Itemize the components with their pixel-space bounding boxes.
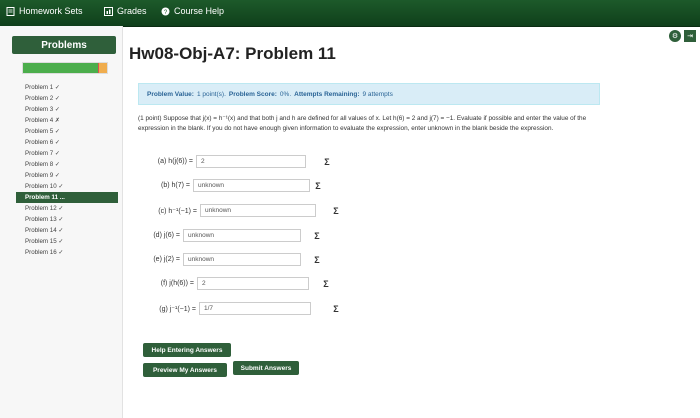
question-label: (f) j(h(6)) =: [160, 280, 194, 287]
problem-list: Problem 1 ✓ Problem 2 ✓ Problem 3 ✓ Problem…: [16, 82, 118, 258]
page-title: Hw08-Obj-A7: Problem 11: [129, 44, 336, 63]
question-row: (f) j(h(6)) = 2: [161, 277, 309, 290]
exit-icon[interactable]: ⇥: [684, 30, 696, 42]
question-row: (a) h(j(6)) = 2: [158, 155, 306, 168]
preview-answers-button[interactable]: Preview My Answers: [143, 363, 227, 377]
sidebar-item-problem-5[interactable]: Problem 5 ✓: [22, 126, 118, 137]
problem-value-bar: Problem Value: 1 point(s). Problem Score…: [138, 83, 600, 105]
homework-sets-link[interactable]: Homework Sets: [6, 6, 83, 16]
sidebar-item-problem-4[interactable]: Problem 4 ✗: [22, 115, 118, 126]
sidebar-item-problem-12[interactable]: Problem 12 ✓: [22, 203, 118, 214]
homework-sets-label: Homework Sets: [19, 6, 83, 16]
problem-value-label: Problem Value:: [147, 90, 194, 98]
problem-value: 1 point(s).: [196, 90, 226, 98]
question-label: (d) j(6) =: [153, 232, 180, 239]
attempts-remaining: 9 attempts: [362, 90, 393, 98]
problem-statement: (1 point) Suppose that j(x) = h⁻¹(x) and…: [138, 115, 587, 132]
problem-score: 0%.: [279, 90, 292, 98]
help-icon: ?: [161, 7, 170, 16]
question-label: (e) j(2) =: [153, 256, 180, 263]
question-label: (c) h⁻¹(−1) =: [158, 207, 197, 215]
sidebar-item-problem-1[interactable]: Problem 1 ✓: [22, 82, 118, 93]
grades-label: Grades: [117, 6, 147, 16]
submit-answers-button[interactable]: Submit Answers: [233, 361, 299, 375]
sidebar-item-problem-7[interactable]: Problem 7 ✓: [22, 148, 118, 159]
course-help-link[interactable]: ? Course Help: [161, 6, 224, 16]
answer-input[interactable]: 2: [196, 155, 306, 168]
problem-score-label: Problem Score:: [228, 90, 277, 98]
course-help-label: Course Help: [174, 6, 225, 16]
sidebar-item-problem-3[interactable]: Problem 3 ✓: [22, 104, 118, 115]
answer-input[interactable]: unknown: [183, 253, 301, 266]
sidebar-item-problem-10[interactable]: Problem 10 ✓: [22, 181, 118, 192]
sidebar-item-problem-16[interactable]: Problem 16 ✓: [22, 247, 118, 258]
equation-editor-icon[interactable]: Σ: [312, 255, 322, 265]
answer-input[interactable]: unknown: [200, 204, 316, 217]
sidebar-item-problem-6[interactable]: Problem 6 ✓: [22, 137, 118, 148]
question-label: (a) h(j(6)) =: [157, 158, 193, 165]
equation-editor-icon[interactable]: Σ: [312, 231, 322, 241]
sidebar-item-problem-13[interactable]: Problem 13 ✓: [22, 214, 118, 225]
progress-fill: [23, 63, 102, 73]
equation-editor-icon[interactable]: Σ: [313, 181, 323, 191]
equation-editor-icon[interactable]: Σ: [331, 206, 341, 216]
question-row: (b) h(7) = unknown: [161, 179, 310, 192]
sidebar-item-problem-2[interactable]: Problem 2 ✓: [22, 93, 118, 104]
progress-current-marker: [98, 63, 107, 73]
question-row: (c) h⁻¹(−1) = unknown: [158, 204, 316, 217]
question-label: (b) h(7) =: [161, 182, 190, 189]
grades-link[interactable]: Grades: [104, 6, 147, 16]
question-row: (e) j(2) = unknown: [153, 253, 301, 266]
gear-icon[interactable]: ⚙: [669, 30, 681, 42]
question-label: (g) j⁻¹(−1) =: [159, 305, 196, 313]
help-entering-answers-button[interactable]: Help Entering Answers: [143, 343, 231, 357]
sidebar-item-problem-14[interactable]: Problem 14 ✓: [22, 225, 118, 236]
top-nav-bar: Homework Sets Grades ? Course Help: [0, 0, 700, 27]
homework-sets-icon: [6, 6, 15, 16]
question-row: (d) j(6) = unknown: [153, 229, 301, 242]
question-row: (g) j⁻¹(−1) = 1/7: [159, 302, 311, 315]
sidebar-item-problem-11[interactable]: Problem 11 ...: [16, 192, 118, 203]
equation-editor-icon[interactable]: Σ: [322, 157, 332, 167]
answer-input[interactable]: unknown: [183, 229, 301, 242]
sidebar-item-problem-15[interactable]: Problem 15 ✓: [22, 236, 118, 247]
grades-icon: [104, 6, 113, 16]
answer-input[interactable]: 2: [197, 277, 309, 290]
progress-bar: [22, 62, 108, 74]
attempts-label: Attempts Remaining:: [294, 90, 360, 98]
answer-input[interactable]: 1/7: [199, 302, 311, 315]
header-icons: ⚙ ⇥: [669, 30, 696, 42]
problems-heading: Problems: [12, 36, 116, 54]
sidebar-item-problem-8[interactable]: Problem 8 ✓: [22, 159, 118, 170]
equation-editor-icon[interactable]: Σ: [331, 304, 341, 314]
equation-editor-icon[interactable]: Σ: [321, 279, 331, 289]
sidebar-item-problem-9[interactable]: Problem 9 ✓: [22, 170, 118, 181]
answer-input[interactable]: unknown: [193, 179, 310, 192]
